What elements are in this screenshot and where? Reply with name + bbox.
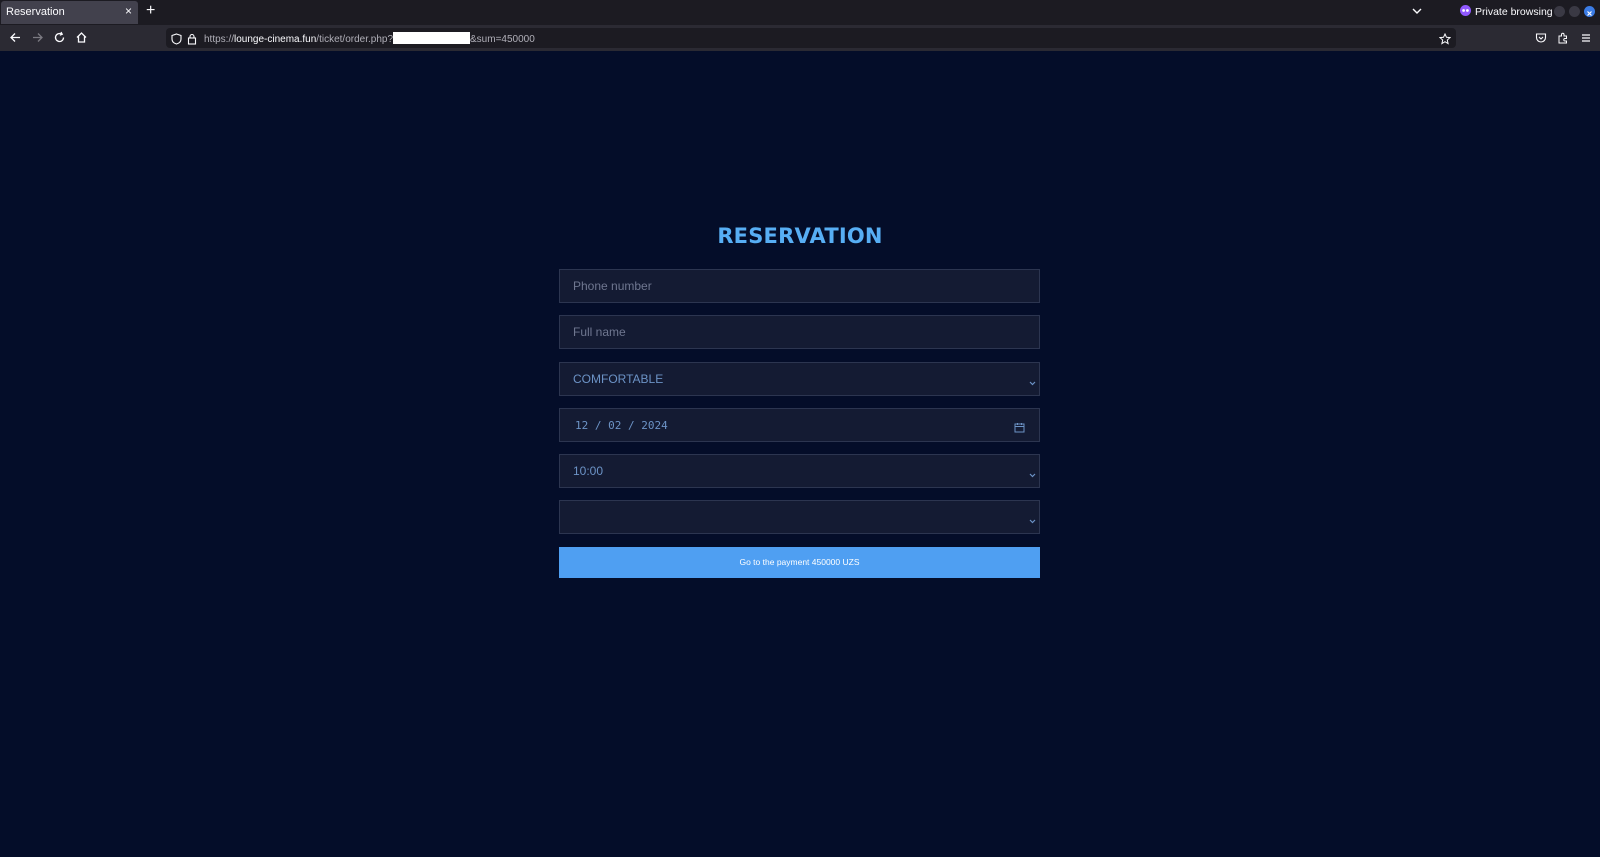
full-name-input[interactable]: Full name — [559, 315, 1040, 349]
back-icon[interactable] — [9, 31, 22, 49]
pocket-icon[interactable] — [1535, 31, 1547, 49]
shield-icon[interactable] — [171, 32, 182, 50]
tab-title: Reservation — [6, 6, 65, 18]
time-value: 10:00 — [573, 464, 604, 478]
new-tab-button[interactable]: + — [146, 2, 155, 20]
tab-bar: Reservation × + Private browsing — [0, 0, 1600, 25]
url-query: &sum=450000 — [470, 34, 535, 45]
chevron-down-icon — [1028, 375, 1037, 393]
payment-button[interactable]: Go to the payment 450000 UZS — [559, 547, 1040, 578]
page-title: RESERVATION — [717, 224, 883, 248]
phone-placeholder: Phone number — [573, 279, 652, 293]
home-icon[interactable] — [75, 31, 88, 49]
forward-icon[interactable] — [31, 31, 44, 49]
seat-type-select[interactable]: COMFORTABLE — [559, 362, 1040, 396]
chevron-down-icon — [1028, 513, 1037, 531]
url-scheme: https:// — [204, 34, 235, 45]
navigation-bar: https://lounge-cinema.fun/ticket/order.p… — [0, 25, 1600, 51]
maximize-button[interactable] — [1569, 6, 1580, 17]
calendar-icon[interactable] — [1014, 420, 1025, 438]
date-value: 12 / 02 / 2024 — [575, 419, 668, 432]
tab-reservation[interactable]: Reservation × — [1, 1, 138, 24]
time-select[interactable]: 10:00 — [559, 454, 1040, 488]
seat-type-value: COMFORTABLE — [573, 372, 664, 386]
extra-select[interactable] — [559, 500, 1040, 534]
tab-close-icon[interactable]: × — [125, 4, 132, 18]
menu-icon[interactable] — [1580, 31, 1592, 49]
url-host: lounge-cinema.fun — [234, 34, 317, 45]
window-close-button[interactable] — [1584, 6, 1595, 17]
chevron-down-icon — [1028, 467, 1037, 485]
date-input[interactable]: 12 / 02 / 2024 — [559, 408, 1040, 442]
minimize-button[interactable] — [1554, 6, 1565, 17]
url-path: /ticket/order.php? — [316, 34, 394, 45]
url-redaction — [393, 32, 471, 44]
reload-icon[interactable] — [53, 31, 66, 49]
private-browsing-indicator: Private browsing — [1460, 5, 1553, 19]
tab-list-chevron-icon[interactable] — [1411, 4, 1423, 22]
private-mask-icon — [1460, 3, 1471, 21]
bookmark-star-icon[interactable] — [1438, 32, 1452, 50]
extensions-icon[interactable] — [1557, 31, 1569, 49]
full-name-placeholder: Full name — [573, 325, 626, 339]
url-text: https://lounge-cinema.fun/ticket/order.p… — [204, 32, 535, 45]
lock-icon[interactable] — [187, 32, 197, 50]
phone-input[interactable]: Phone number — [559, 269, 1040, 303]
private-browsing-label: Private browsing — [1475, 6, 1553, 18]
address-bar[interactable]: https://lounge-cinema.fun/ticket/order.p… — [166, 28, 1456, 48]
payment-button-label: Go to the payment 450000 UZS — [739, 557, 860, 567]
